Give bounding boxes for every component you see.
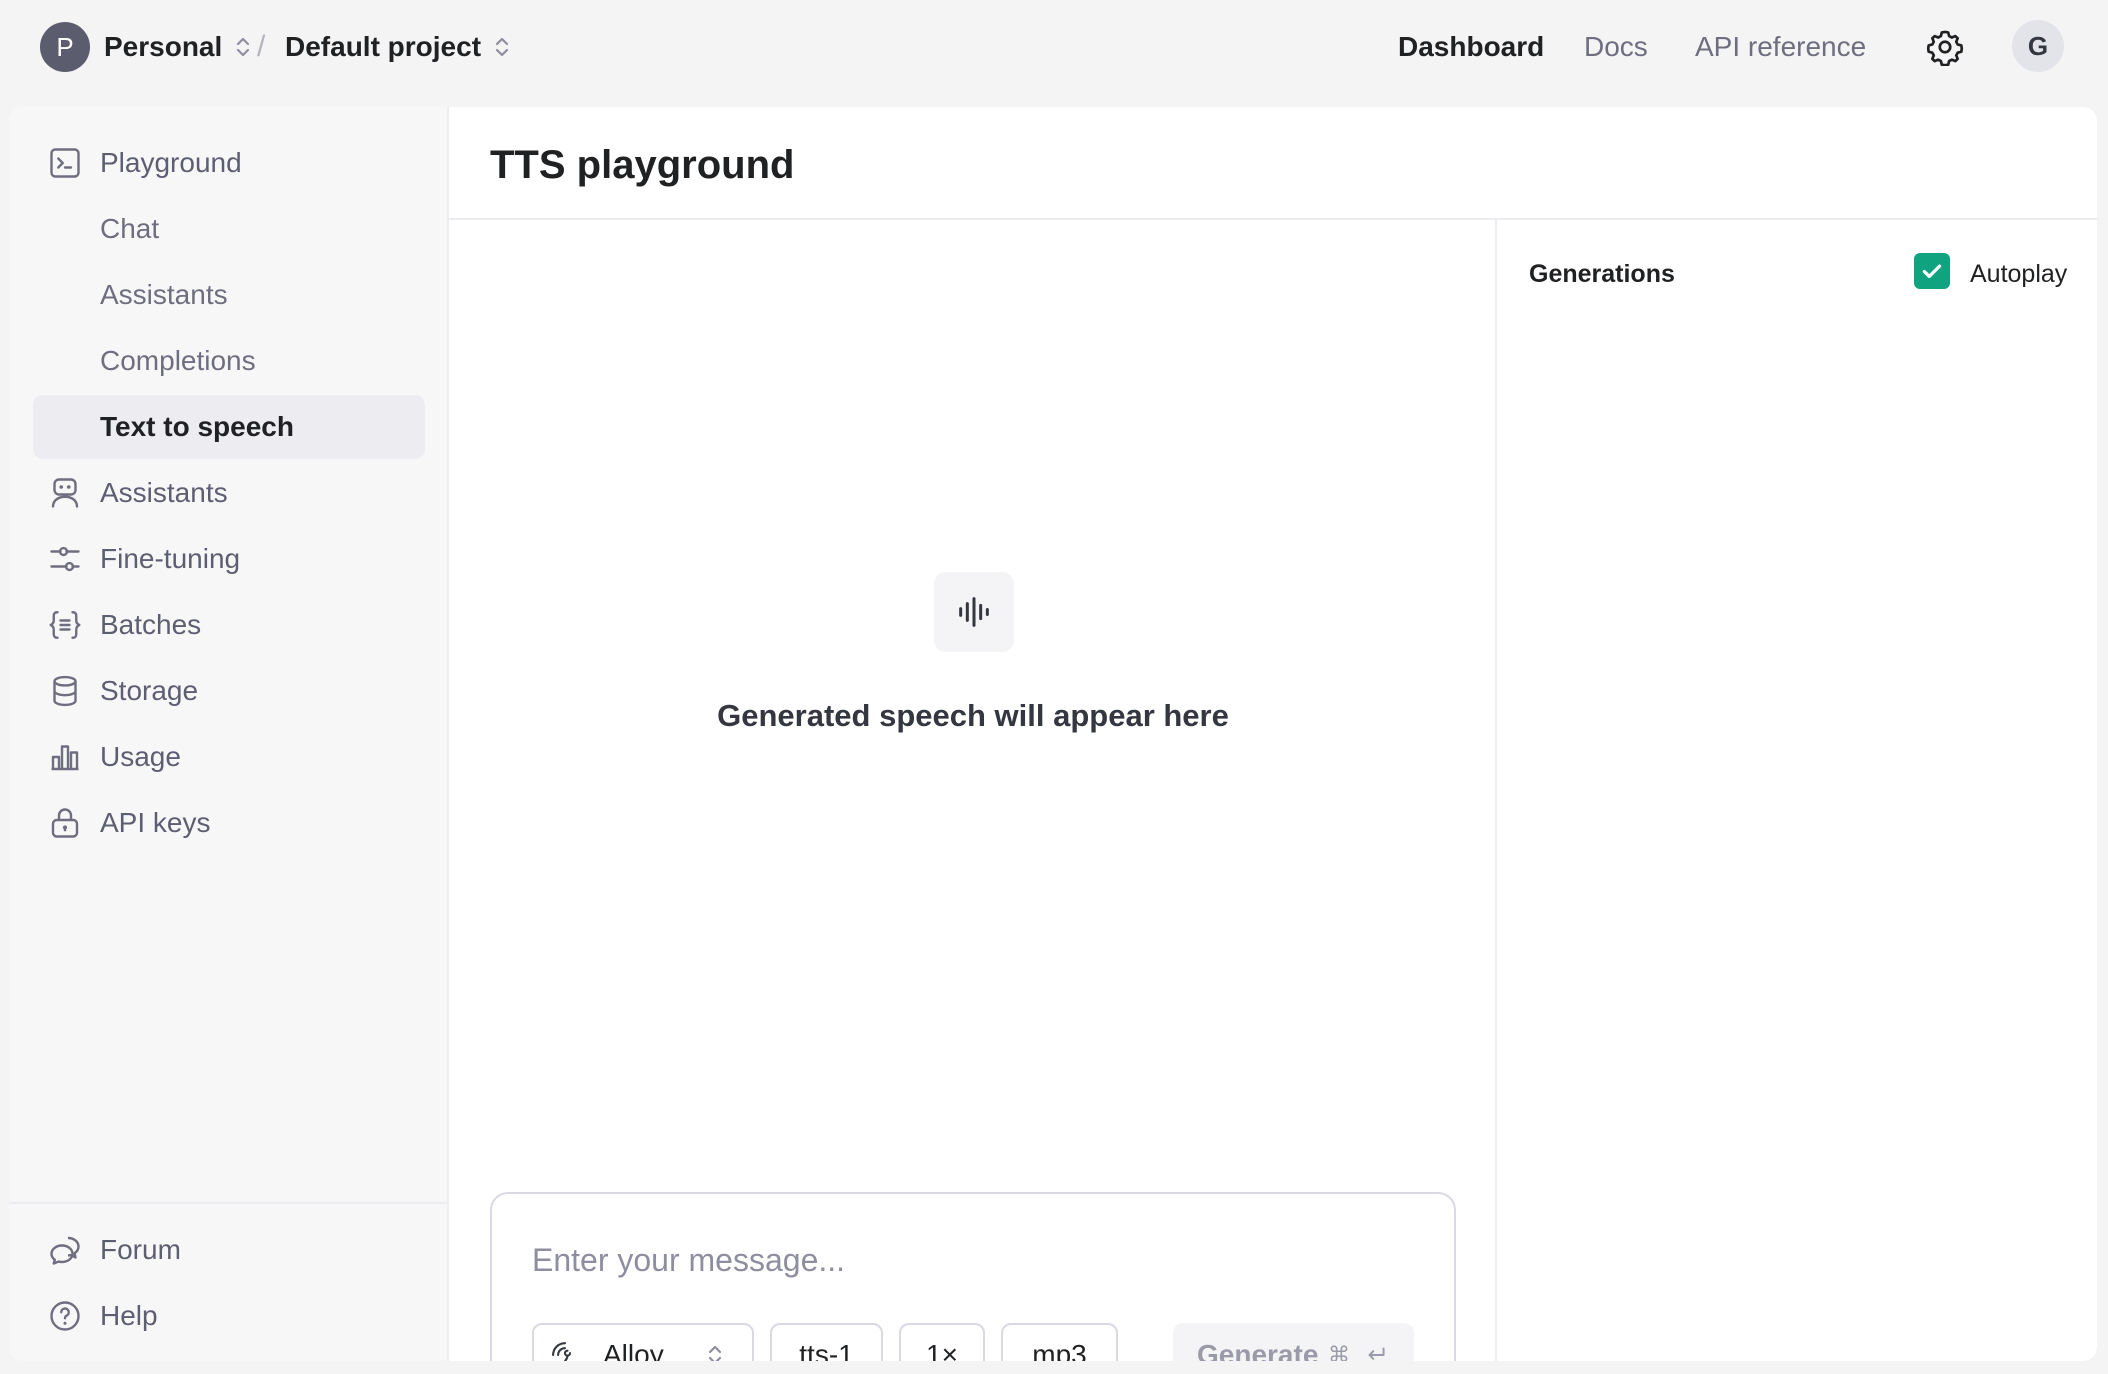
sidebar-item-label: Completions: [100, 345, 256, 376]
sidebar-item-label: Usage: [100, 741, 181, 772]
empty-state-text: Generated speech will appear here: [717, 698, 1229, 733]
chevron-up-down-icon: [493, 34, 511, 60]
sliders-icon: [47, 541, 83, 577]
sidebar-item-api-keys[interactable]: API keys: [33, 791, 425, 855]
sidebar-item-storage[interactable]: Storage: [33, 659, 425, 723]
terminal-icon: [47, 145, 83, 181]
check-icon: [1922, 264, 1942, 279]
sidebar-divider: [9, 1202, 449, 1204]
speed-select[interactable]: 1×: [899, 1323, 985, 1361]
org-switcher[interactable]: Personal: [104, 0, 252, 94]
content-header: TTS playground: [449, 107, 2097, 220]
sidebar-item-label: Chat: [100, 213, 160, 244]
page-title: TTS playground: [490, 143, 795, 187]
breadcrumb-separator: /: [257, 30, 266, 63]
sidebar-item-assistants[interactable]: Assistants: [33, 461, 425, 525]
org-name: Personal: [104, 31, 223, 62]
sidebar-item-forum[interactable]: Forum: [33, 1218, 425, 1282]
message-input[interactable]: [532, 1234, 1412, 1286]
top-bar: P Personal / Default project Dashboard D…: [0, 0, 2108, 94]
format-select[interactable]: mp3: [1001, 1323, 1118, 1361]
sidebar-item-fine-tuning[interactable]: Fine-tuning: [33, 527, 425, 591]
model-select[interactable]: tts-1: [770, 1323, 883, 1361]
audio-waveform-icon: [934, 572, 1014, 652]
voice-icon: [550, 1340, 580, 1361]
bar-chart-icon: [47, 739, 83, 775]
sidebar-item-batches[interactable]: Batches: [33, 593, 425, 657]
nav-dashboard[interactable]: Dashboard: [1398, 0, 1544, 94]
help-circle-icon: [47, 1298, 83, 1334]
sidebar-item-label: Playground: [100, 147, 242, 178]
gear-icon[interactable]: [1926, 28, 1964, 66]
sidebar-item-completions[interactable]: Completions: [33, 329, 425, 393]
generations-pane: Generations Autoplay: [1497, 220, 2097, 1361]
generations-title: Generations: [1529, 260, 1675, 288]
voice-select[interactable]: Alloy: [532, 1323, 754, 1361]
sidebar-item-label: Forum: [100, 1234, 181, 1265]
autoplay-label[interactable]: Autoplay: [1970, 260, 2067, 289]
voice-label: Alloy: [603, 1339, 664, 1361]
sidebar-item-label: API keys: [100, 807, 211, 838]
model-label: tts-1: [799, 1339, 854, 1361]
command-key-icon: ⌘: [1328, 1342, 1350, 1361]
sidebar-item-playground[interactable]: Playground: [33, 131, 425, 195]
robot-icon: [47, 475, 83, 511]
tts-center-pane: Generated speech will appear here Alloy …: [449, 220, 1497, 1361]
speed-label: 1×: [926, 1339, 958, 1361]
main-card: Playground Chat Assistants Completions T…: [9, 107, 2097, 1361]
sidebar: Playground Chat Assistants Completions T…: [9, 107, 449, 1361]
sidebar-item-text-to-speech[interactable]: Text to speech: [33, 395, 425, 459]
nav-api-reference[interactable]: API reference: [1695, 0, 1866, 94]
sidebar-item-label: Assistants: [100, 477, 228, 508]
user-avatar[interactable]: G: [2012, 20, 2064, 72]
sidebar-item-chat[interactable]: Chat: [33, 197, 425, 261]
sidebar-item-assistants-playground[interactable]: Assistants: [33, 263, 425, 327]
sidebar-item-help[interactable]: Help: [33, 1284, 425, 1348]
generate-button[interactable]: Generate ⌘: [1173, 1323, 1414, 1361]
sidebar-item-usage[interactable]: Usage: [33, 725, 425, 789]
braces-icon: [47, 607, 83, 643]
sidebar-item-label: Text to speech: [100, 411, 294, 442]
sidebar-item-label: Help: [100, 1300, 158, 1331]
database-icon: [47, 673, 83, 709]
sidebar-item-label: Assistants: [100, 279, 228, 310]
chevron-up-down-icon: [234, 34, 252, 60]
sidebar-item-label: Storage: [100, 675, 199, 706]
message-composer: Alloy tts-1 1× mp3 Generate ⌘: [490, 1192, 1456, 1361]
sidebar-item-label: Batches: [100, 609, 202, 640]
autoplay-checkbox[interactable]: [1914, 253, 1950, 289]
nav-docs[interactable]: Docs: [1584, 0, 1648, 94]
sidebar-item-label: Fine-tuning: [100, 543, 241, 574]
chevron-up-down-icon: [706, 1342, 724, 1361]
chat-bubbles-icon: [47, 1232, 83, 1268]
enter-key-icon: [1363, 1342, 1389, 1361]
lock-icon: [47, 805, 83, 841]
generate-label: Generate: [1197, 1339, 1319, 1361]
org-avatar[interactable]: P: [40, 22, 90, 72]
format-label: mp3: [1032, 1339, 1087, 1361]
project-name: Default project: [285, 31, 482, 62]
project-switcher[interactable]: Default project: [285, 0, 511, 94]
